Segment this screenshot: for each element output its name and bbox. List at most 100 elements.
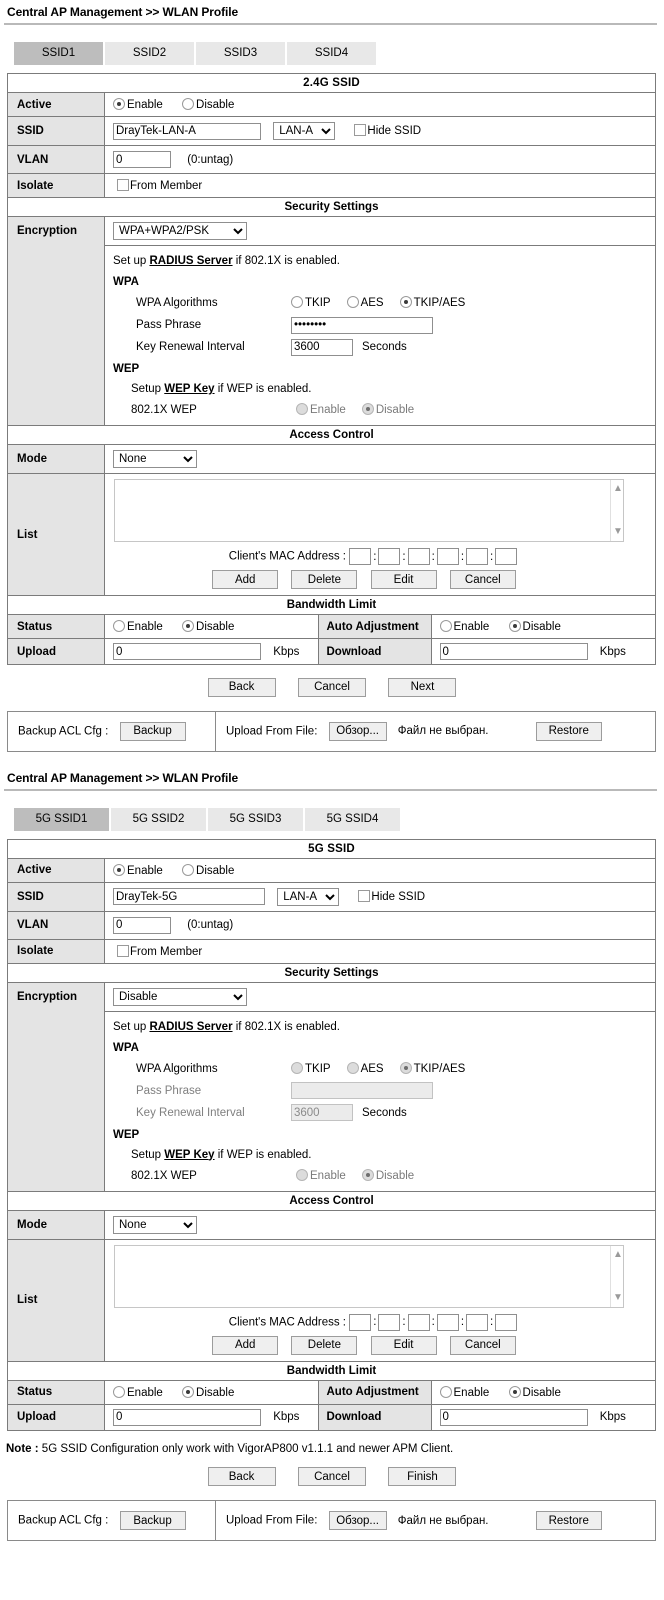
backup-button-24g[interactable]: Backup [119,721,186,741]
radio-auto-adj-disable-24g[interactable] [508,620,521,632]
encryption-mode-select-24g[interactable]: WPA+WPA2/PSK [113,222,247,240]
radio-status-disable-5g[interactable] [182,1385,195,1398]
mac-part-5-24g[interactable] [466,548,489,565]
mac-part-6-5g[interactable] [495,1313,518,1331]
checkbox-hide-ssid-5g[interactable] [358,889,371,902]
cancel-button-24g[interactable]: Cancel [298,677,366,697]
ssid-lan-select-5g[interactable]: LAN-A [277,887,340,906]
edit-button-5g[interactable]: Edit [370,1335,437,1355]
back-button-5g[interactable]: Back [207,1467,276,1486]
tab-5g-ssid2[interactable]: 5G SSID2 [111,807,206,831]
radio-auto-adj-disable-5g[interactable] [508,1385,521,1398]
auto-adj-disable-5g[interactable]: Disable [508,1385,561,1399]
scroll-up-icon-5g[interactable]: ▲ [613,1249,623,1260]
mac-part-1-5g[interactable] [349,1313,372,1331]
acl-list-scrollbar-5g[interactable]: ▲ ▼ [610,1245,623,1307]
radio-active-enable-24g[interactable] [113,98,125,110]
auto-adj-enable-24g[interactable]: Enable [439,620,489,633]
tab-5g-ssid3[interactable]: 5G SSID3 [208,807,303,831]
acl-list-textarea-5g[interactable]: ▲ ▼ [114,1244,624,1308]
radio-status-enable-24g[interactable] [113,620,125,632]
alg-aes-5g[interactable]: AES [346,1059,384,1079]
key-renewal-input-24g[interactable] [291,338,353,356]
cancel-button-5g[interactable]: Cancel [298,1467,366,1486]
radio-wep-8021x-disable-24g[interactable] [361,403,374,415]
alg-aes-24g[interactable]: AES [346,293,384,313]
delete-button-24g[interactable]: Delete [291,570,358,589]
scroll-down-icon-24g[interactable]: ▼ [613,527,623,537]
radio-active-disable-24g[interactable] [182,98,195,110]
wep-key-link-5g[interactable]: WEP Key [164,1149,214,1161]
radio-auto-adj-enable-24g[interactable] [439,620,452,632]
access-mode-select-24g[interactable]: None [113,450,197,468]
radio-alg-tkip-5g[interactable] [291,1061,303,1074]
ssid-input-24g[interactable] [113,122,261,140]
tab-5g-ssid4[interactable]: 5G SSID4 [305,807,400,831]
auto-adj-disable-24g[interactable]: Disable [508,620,561,633]
mac-part-2-24g[interactable] [378,548,401,565]
mac-part-2-5g[interactable] [378,1313,401,1331]
radio-wep-8021x-enable-5g[interactable] [296,1168,308,1181]
active-disable-5g[interactable]: Disable [182,863,234,877]
radio-active-enable-5g[interactable] [113,863,125,876]
next-button-24g[interactable]: Next [388,677,457,697]
tab-5g-ssid1[interactable]: 5G SSID1 [14,807,109,831]
alg-tkipaes-24g[interactable]: TKIP/AES [399,293,465,313]
checkbox-isolate-member-5g[interactable] [117,944,129,957]
radio-alg-aes-5g[interactable] [346,1061,359,1074]
mac-part-3-24g[interactable] [407,548,430,565]
active-enable-24g[interactable]: Enable [113,98,163,111]
delete-button-5g[interactable]: Delete [291,1335,358,1355]
wep-8021x-disable-24g[interactable]: Disable [361,400,414,420]
cancel-acl-button-5g[interactable]: Cancel [449,1335,516,1355]
tab-ssid1[interactable]: SSID1 [14,42,103,65]
add-button-5g[interactable]: Add [212,1335,279,1355]
ssid-lan-select-24g[interactable]: LAN-A [273,122,336,140]
checkbox-isolate-member-24g[interactable] [117,179,129,191]
hide-ssid-group-5g[interactable]: Hide SSID [358,889,425,903]
acl-list-scrollbar-24g[interactable]: ▲ ▼ [610,480,623,541]
edit-button-24g[interactable]: Edit [370,570,437,589]
mac-part-6-24g[interactable] [495,548,518,565]
upload-input-24g[interactable] [113,643,261,660]
restore-button-24g[interactable]: Restore [535,721,602,741]
tab-ssid4[interactable]: SSID4 [287,42,376,65]
isolate-from-member-5g[interactable]: From Member [117,944,202,958]
active-disable-24g[interactable]: Disable [182,98,234,111]
restore-button-5g[interactable]: Restore [535,1511,602,1530]
radio-wep-8021x-enable-24g[interactable] [296,403,308,415]
checkbox-hide-ssid-24g[interactable] [354,124,367,137]
scroll-down-icon-5g[interactable]: ▼ [613,1292,623,1303]
passphrase-input-24g[interactable] [291,316,433,334]
passphrase-input-5g[interactable] [291,1082,433,1099]
browse-button-24g[interactable]: Обзор... [328,721,387,741]
mac-part-4-24g[interactable] [436,548,459,565]
download-input-5g[interactable] [439,1408,588,1426]
acl-list-textarea-24g[interactable]: ▲ ▼ [114,479,624,542]
upload-input-5g[interactable] [113,1408,261,1426]
alg-tkip-24g[interactable]: TKIP [291,293,331,313]
vlan-input-5g[interactable] [113,916,171,934]
back-button-24g[interactable]: Back [207,677,276,697]
key-renewal-input-5g[interactable] [291,1104,353,1121]
mac-part-4-5g[interactable] [436,1313,459,1331]
browse-button-5g[interactable]: Обзор... [328,1511,387,1530]
radio-wep-8021x-disable-5g[interactable] [361,1168,374,1181]
radio-status-enable-5g[interactable] [113,1385,125,1398]
tab-ssid2[interactable]: SSID2 [105,42,194,65]
hide-ssid-group-24g[interactable]: Hide SSID [354,124,421,137]
download-input-24g[interactable] [439,643,588,660]
scroll-up-icon-24g[interactable]: ▲ [613,484,623,494]
add-button-24g[interactable]: Add [212,570,279,589]
radio-alg-tkipaes-5g[interactable] [399,1061,412,1074]
vlan-input-24g[interactable] [113,151,171,168]
radio-alg-tkip-24g[interactable] [291,296,303,308]
ssid-input-5g[interactable] [113,888,265,905]
radius-server-link-24g[interactable]: RADIUS Server [149,255,232,267]
radio-alg-tkipaes-24g[interactable] [399,296,412,308]
encryption-mode-select-5g[interactable]: Disable [113,987,247,1006]
wep-8021x-enable-5g[interactable]: Enable [296,1166,346,1186]
tab-ssid3[interactable]: SSID3 [196,42,285,65]
radius-server-link-5g[interactable]: RADIUS Server [149,1021,232,1033]
status-disable-5g[interactable]: Disable [182,1385,234,1399]
